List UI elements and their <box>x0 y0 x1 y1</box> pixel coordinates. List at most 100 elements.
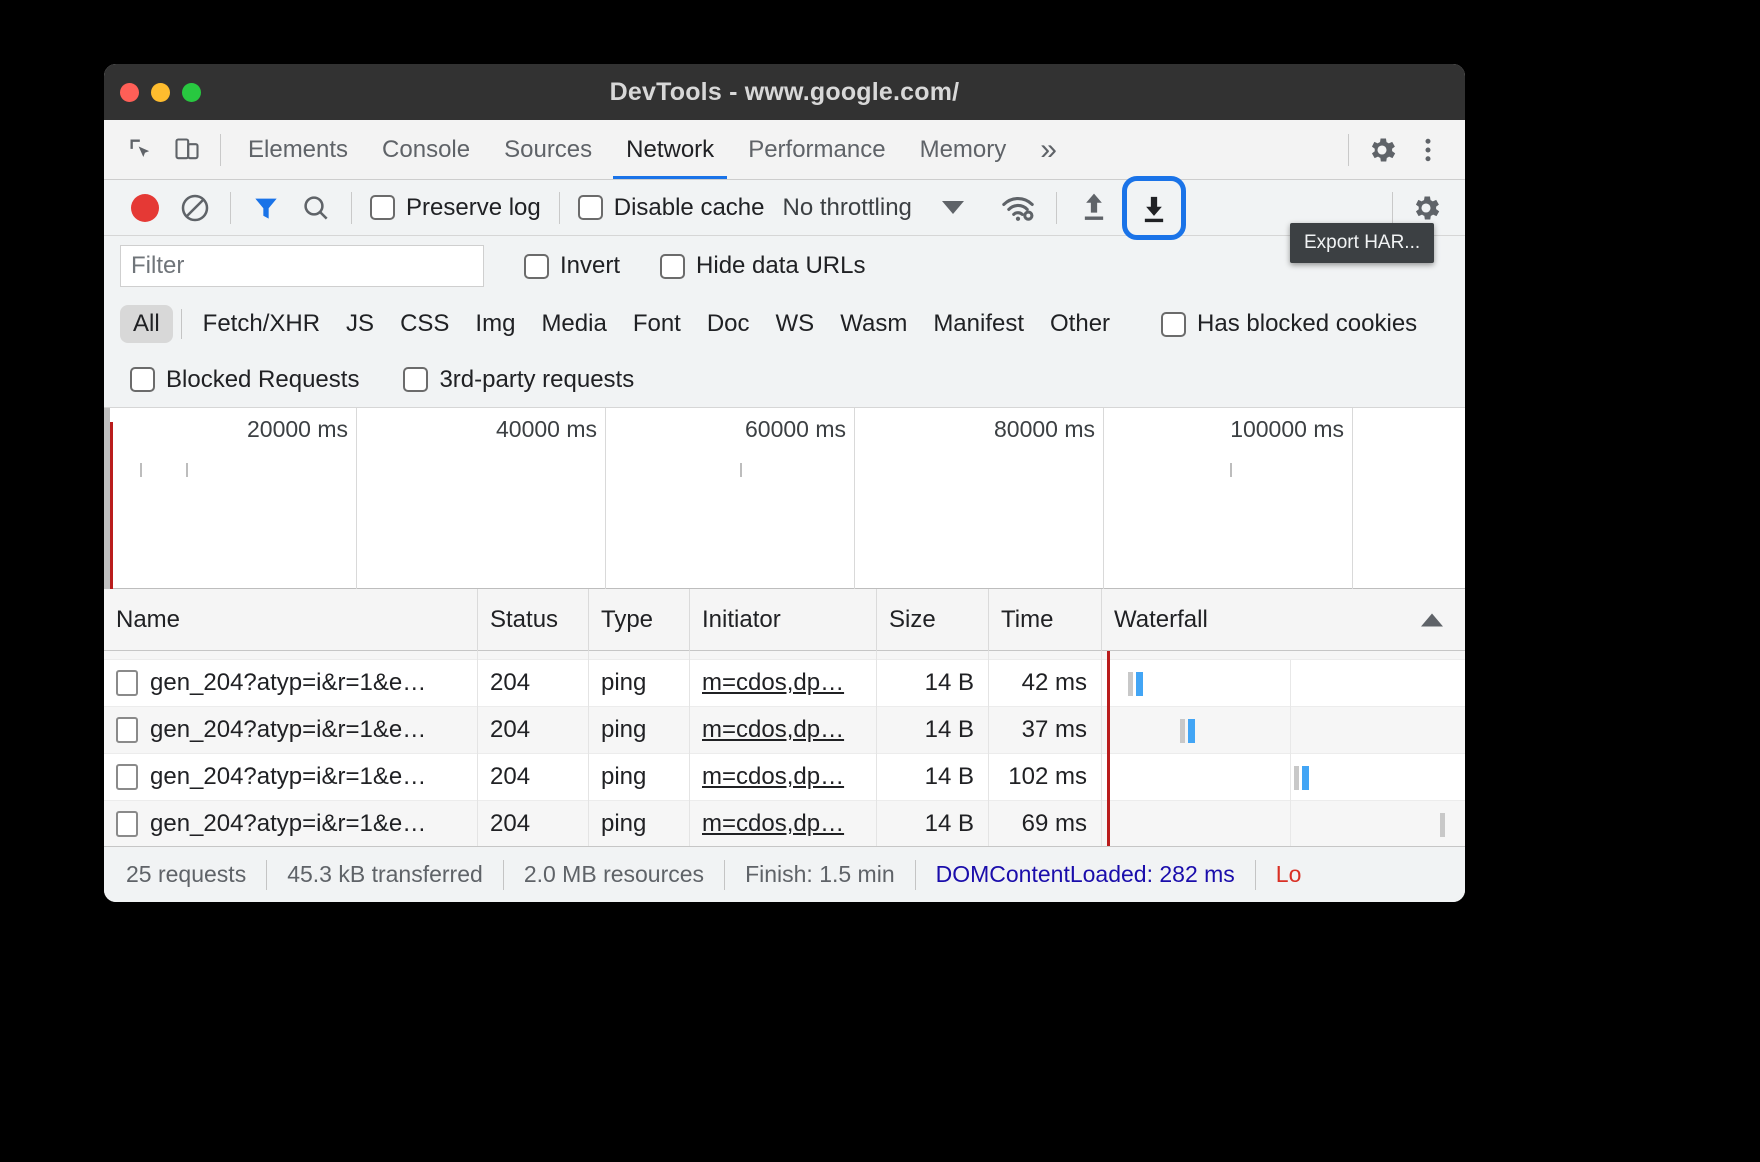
inspect-element-icon[interactable] <box>118 127 164 173</box>
type-filter-js[interactable]: JS <box>333 305 387 343</box>
type-filter-css[interactable]: CSS <box>387 305 462 343</box>
type-filter-label: All <box>133 310 160 337</box>
throttling-select[interactable]: No throttling <box>764 185 964 231</box>
network-overview-timeline[interactable]: 20000 ms 40000 ms 60000 ms 80000 ms 1000… <box>104 408 1465 589</box>
disable-cache-checkbox[interactable]: Disable cache <box>577 194 764 222</box>
checkbox-box[interactable] <box>1161 311 1187 337</box>
tab-elements[interactable]: Elements <box>231 121 365 179</box>
type-filter-font[interactable]: Font <box>620 305 694 343</box>
overview-request-marker <box>186 463 188 477</box>
tab-console[interactable]: Console <box>365 121 487 179</box>
cell-waterfall[interactable] <box>1102 659 1465 707</box>
type-filter-fetchxhr[interactable]: Fetch/XHR <box>190 305 333 343</box>
cell-waterfall[interactable] <box>1102 706 1465 754</box>
network-toolbar: Preserve log Disable cache No throttling <box>104 175 1465 240</box>
checkbox-box[interactable] <box>130 367 155 392</box>
invert-checkbox[interactable]: Invert <box>524 252 620 280</box>
type-filter-wasm[interactable]: Wasm <box>827 305 920 343</box>
cell-waterfall[interactable] <box>1102 753 1465 801</box>
tab-performance[interactable]: Performance <box>731 121 902 179</box>
column-header-type[interactable]: Type <box>589 588 690 651</box>
device-toolbar-icon[interactable] <box>164 127 210 173</box>
tab-network[interactable]: Network <box>609 121 731 179</box>
type-filter-label: JS <box>346 310 375 337</box>
cell-initiator[interactable]: m=cdos,dp… <box>702 716 844 744</box>
column-header-status[interactable]: Status <box>478 588 589 651</box>
preserve-log-checkbox[interactable]: Preserve log <box>370 194 541 222</box>
wifi-gear-icon[interactable] <box>990 185 1046 231</box>
row-checkbox[interactable] <box>116 717 138 743</box>
window-title: DevTools - www.google.com/ <box>609 77 960 106</box>
table-row[interactable]: gen_204?atyp=i&r=1&e… 204 ping m=cdos,dp… <box>104 706 1465 754</box>
column-label: Time <box>1001 605 1054 633</box>
type-filter-manifest[interactable]: Manifest <box>920 305 1037 343</box>
blocked-requests-checkbox[interactable]: Blocked Requests <box>130 366 359 394</box>
column-header-name[interactable]: Name <box>104 588 478 651</box>
waterfall-load-line <box>1107 800 1110 846</box>
row-checkbox[interactable] <box>116 764 138 790</box>
type-filter-divider <box>180 309 182 339</box>
window-controls[interactable] <box>120 64 201 120</box>
table-row[interactable]: gen_204?atyp=i&r=1&e… 204 ping m=cdos,dp… <box>104 753 1465 801</box>
checkbox-box[interactable] <box>370 195 395 220</box>
more-tabs-button[interactable]: » <box>1023 121 1074 179</box>
filter-icon[interactable] <box>241 185 291 231</box>
column-header-waterfall[interactable]: Waterfall <box>1102 589 1465 651</box>
gear-icon[interactable] <box>1359 127 1405 173</box>
has-blocked-cookies-checkbox[interactable]: Has blocked cookies <box>1161 310 1417 338</box>
table-row[interactable]: gen_204?atyp=i&r=1&e… 204 ping m=cdos,dp… <box>104 659 1465 707</box>
column-label: Initiator <box>702 605 781 633</box>
overview-grid[interactable]: 20000 ms 40000 ms 60000 ms 80000 ms 1000… <box>110 408 1465 589</box>
tab-memory[interactable]: Memory <box>903 121 1024 179</box>
checkbox-box[interactable] <box>660 253 686 279</box>
cell-time: 42 ms <box>1021 669 1087 696</box>
more-vertical-icon[interactable] <box>1405 127 1451 173</box>
type-filter-all[interactable]: All <box>120 305 173 343</box>
upload-arrow-icon[interactable] <box>1067 185 1121 231</box>
hide-data-urls-checkbox[interactable]: Hide data URLs <box>660 252 865 280</box>
record-icon[interactable] <box>120 185 170 231</box>
cell-size: 14 B <box>924 810 974 837</box>
checkbox-box[interactable] <box>577 195 603 220</box>
type-filter-other[interactable]: Other <box>1037 305 1123 343</box>
waterfall-download-bar <box>1136 671 1143 696</box>
type-filter-img[interactable]: Img <box>462 305 528 343</box>
type-filter-media[interactable]: Media <box>528 305 619 343</box>
search-icon[interactable] <box>291 185 341 231</box>
table-body[interactable]: gen_204?atyp=i&r=1&e… 204 ping m=cdos,dp… <box>104 651 1465 846</box>
cell-waterfall[interactable] <box>1102 651 1465 660</box>
resource-type-filters: All Fetch/XHR JS CSS Img Media Font Doc … <box>104 296 1465 352</box>
cell-waterfall[interactable] <box>1102 800 1465 846</box>
type-filter-label: Font <box>632 310 681 337</box>
type-filter-ws[interactable]: WS <box>763 305 828 343</box>
waterfall-load-line <box>1107 651 1110 660</box>
checkbox-box[interactable] <box>403 367 429 392</box>
column-header-initiator[interactable]: Initiator <box>690 588 877 651</box>
overview-request-marker <box>1230 463 1232 477</box>
status-resources: 2.0 MB resources <box>523 861 705 887</box>
cell-initiator[interactable]: m=cdos,dp… <box>702 669 844 697</box>
third-party-requests-checkbox[interactable]: 3rd-party requests <box>403 366 634 394</box>
clear-icon[interactable] <box>170 185 220 231</box>
minimize-button[interactable] <box>151 82 170 102</box>
overview-load-line <box>110 422 113 589</box>
export-har-button[interactable] <box>1121 175 1186 240</box>
cell-initiator[interactable]: m=cdos,dp… <box>702 763 844 791</box>
close-button[interactable] <box>120 82 139 102</box>
tab-sources[interactable]: Sources <box>487 121 609 179</box>
invert-label: Invert <box>560 252 621 279</box>
checkbox-box[interactable] <box>524 253 549 279</box>
row-checkbox[interactable] <box>116 811 138 837</box>
overview-cell: 80000 ms <box>855 408 1104 589</box>
toolbar-divider-5 <box>1392 191 1393 224</box>
type-filter-doc[interactable]: Doc <box>694 305 763 343</box>
overview-tick-label: 40000 ms <box>495 416 597 442</box>
row-checkbox[interactable] <box>116 670 138 696</box>
column-header-size[interactable]: Size <box>877 588 989 651</box>
filter-input[interactable]: Filter <box>120 245 484 287</box>
cell-initiator[interactable]: m=cdos,dp… <box>702 810 844 838</box>
tab-label: Elements <box>248 135 349 163</box>
table-row[interactable]: gen_204?atyp=i&r=1&e… 204 ping m=cdos,dp… <box>104 800 1465 846</box>
zoom-button[interactable] <box>182 82 201 102</box>
column-header-time[interactable]: Time <box>989 588 1102 651</box>
